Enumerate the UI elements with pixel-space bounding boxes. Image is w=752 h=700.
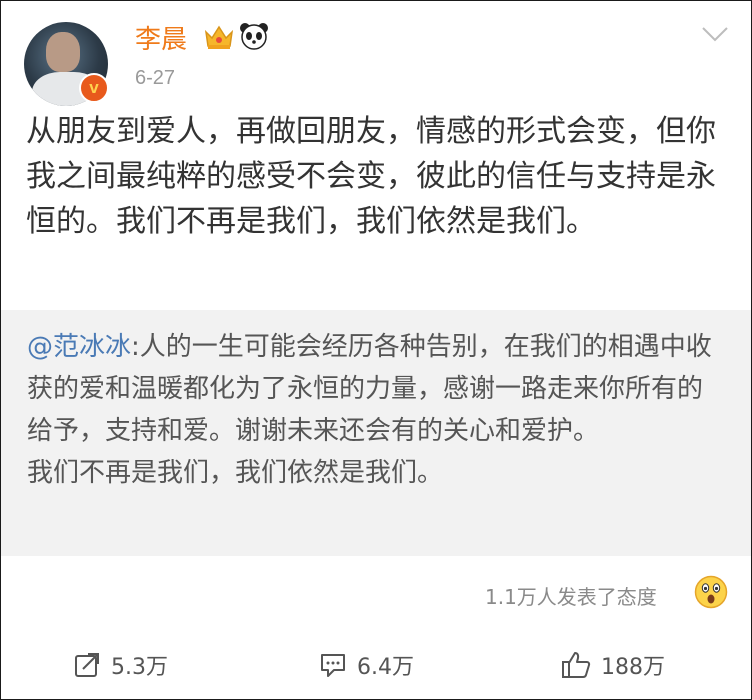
comment-button[interactable]: 6.4万 — [319, 649, 414, 681]
like-button[interactable]: 188万 — [561, 649, 665, 681]
comment-count: 6.4万 — [357, 655, 414, 680]
verified-badge-icon: v — [79, 73, 109, 103]
like-icon — [562, 652, 591, 678]
repost-text: @范冰冰:人的一生可能会经历各种告别，在我们的相遇中收获的爱和温暖都化为了永恒的… — [27, 326, 727, 494]
mention-link[interactable]: @范冰冰 — [27, 332, 131, 362]
repost-button[interactable]: 5.3万 — [73, 649, 168, 681]
post-date: 6-27 — [135, 67, 176, 89]
repost-count: 5.3万 — [111, 655, 168, 680]
panda-icon — [240, 23, 268, 50]
crown-icon — [204, 25, 234, 49]
reactions-summary[interactable]: 1.1万人发表了态度 — [485, 581, 657, 610]
username[interactable]: 李晨 — [135, 19, 187, 56]
like-count: 188万 — [601, 655, 665, 680]
repost-icon — [75, 653, 99, 677]
weibo-post-card: v 李晨 6-27 从朋友到爱人，再做回朋友，情感的形式会变，但你我之间最纯粹的… — [0, 0, 752, 700]
chevron-down-icon[interactable] — [701, 25, 729, 43]
repost-text-line2: 我们不再是我们，我们依然是我们。 — [27, 458, 444, 488]
comment-icon — [321, 654, 345, 677]
post-body-text: 从朋友到爱人，再做回朋友，情感的形式会变，但你我之间最纯粹的感受不会变，彼此的信… — [26, 114, 716, 239]
wow-emoji-icon[interactable] — [694, 575, 728, 609]
avatar-head — [46, 32, 80, 72]
repost-block[interactable]: @范冰冰:人的一生可能会经历各种告别，在我们的相遇中收获的爱和温暖都化为了永恒的… — [1, 310, 751, 556]
